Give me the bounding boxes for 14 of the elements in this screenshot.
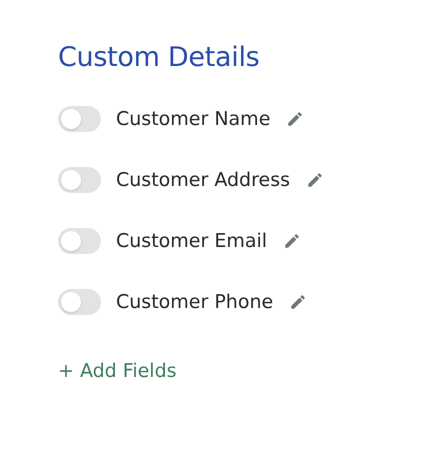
field-label: Customer Email — [116, 230, 268, 252]
field-label: Customer Phone — [116, 291, 274, 313]
pencil-icon[interactable] — [283, 232, 302, 250]
pencil-icon[interactable] — [306, 171, 324, 189]
pencil-icon[interactable] — [286, 110, 304, 128]
field-label: Customer Address — [116, 169, 290, 191]
toggle-switch[interactable] — [58, 106, 101, 132]
toggle-switch[interactable] — [58, 228, 101, 254]
add-fields-link[interactable]: + Add Fields — [58, 360, 177, 382]
section-title: Custom Details — [58, 41, 260, 75]
toggle-switch[interactable] — [58, 167, 101, 193]
field-label: Customer Name — [116, 108, 270, 130]
pencil-icon[interactable] — [289, 293, 308, 311]
toggle-switch[interactable] — [58, 289, 101, 315]
